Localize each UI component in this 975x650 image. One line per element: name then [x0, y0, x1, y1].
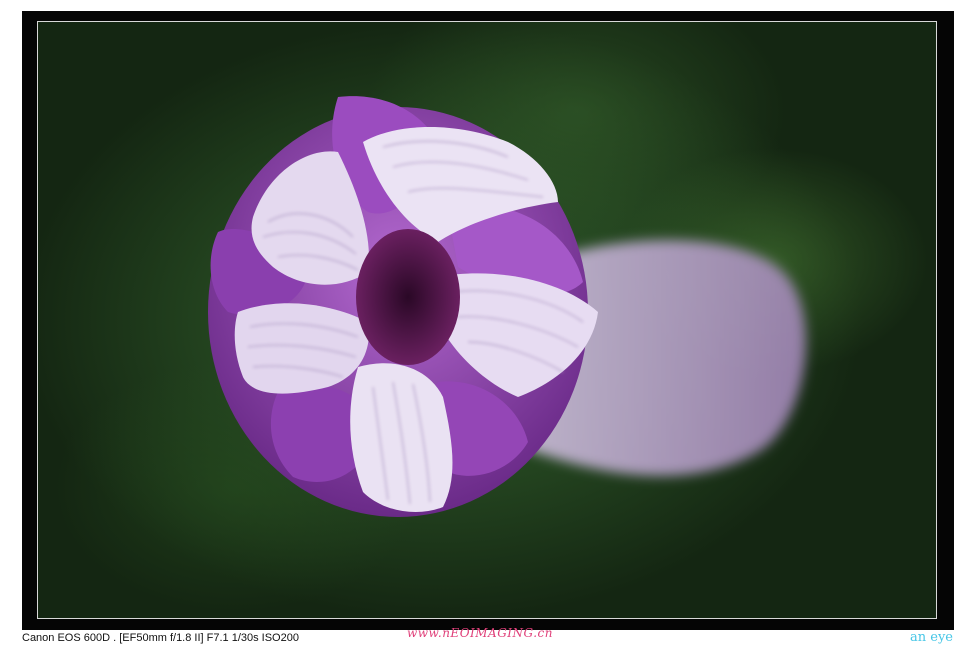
flower-illustration [208, 96, 806, 517]
site-watermark: www.nEOIMAGING.cn [407, 626, 553, 640]
flower-head [208, 96, 598, 517]
camera-info-caption: Canon EOS 600D . [EF50mm f/1.8 II] F7.1 … [22, 632, 299, 644]
flower-photo [37, 21, 937, 619]
photo-frame [22, 11, 954, 630]
photographer-signature: an eye [910, 630, 953, 645]
